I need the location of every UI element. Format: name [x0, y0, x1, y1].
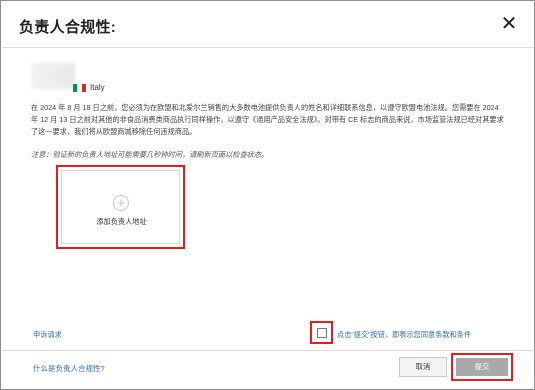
blurred-image	[31, 63, 75, 89]
appeal-request-link[interactable]: 申诉请求	[33, 330, 62, 340]
agree-terms-text: 点击“提交”按钮，即表示您同意条款和条件	[337, 330, 472, 339]
responsible-person-dialog: 负责人合规性: ✕ Italy 在 2024 年 8 月 18 日之前，您必须为…	[0, 0, 535, 390]
submit-button[interactable]: 提交	[456, 358, 508, 376]
dialog-title: 负责人合规性:	[19, 19, 117, 36]
cancel-button[interactable]: 取消	[399, 357, 447, 377]
agree-checkbox-highlight	[310, 321, 333, 344]
add-address-label: 添加负责人地址	[96, 217, 147, 226]
add-address-card[interactable]: + 添加负责人地址	[61, 170, 180, 244]
flag-stripe-red	[81, 84, 86, 92]
country-name: Italy	[90, 83, 105, 92]
what-is-compliance-link[interactable]: 什么是负责人合规性?	[33, 363, 105, 374]
agree-checkbox[interactable]	[317, 328, 327, 338]
italy-flag-icon	[73, 84, 86, 92]
close-icon[interactable]: ✕	[497, 12, 521, 36]
dialog-header: 负责人合规性: ✕	[2, 2, 533, 48]
add-address-card-highlight[interactable]: + 添加负责人地址	[56, 165, 185, 249]
verification-note: 注意：验证新的负责人地址可能需要几秒钟时间，请刷新页面以检查状态。	[31, 150, 269, 159]
footer-divider	[2, 350, 533, 351]
submit-button-highlight: 提交	[451, 353, 513, 381]
plus-circle-icon: +	[113, 195, 129, 211]
compliance-description: 在 2024 年 8 月 18 日之前，您必须为在欧盟和北爱尔兰销售的大多数电池…	[31, 103, 504, 136]
